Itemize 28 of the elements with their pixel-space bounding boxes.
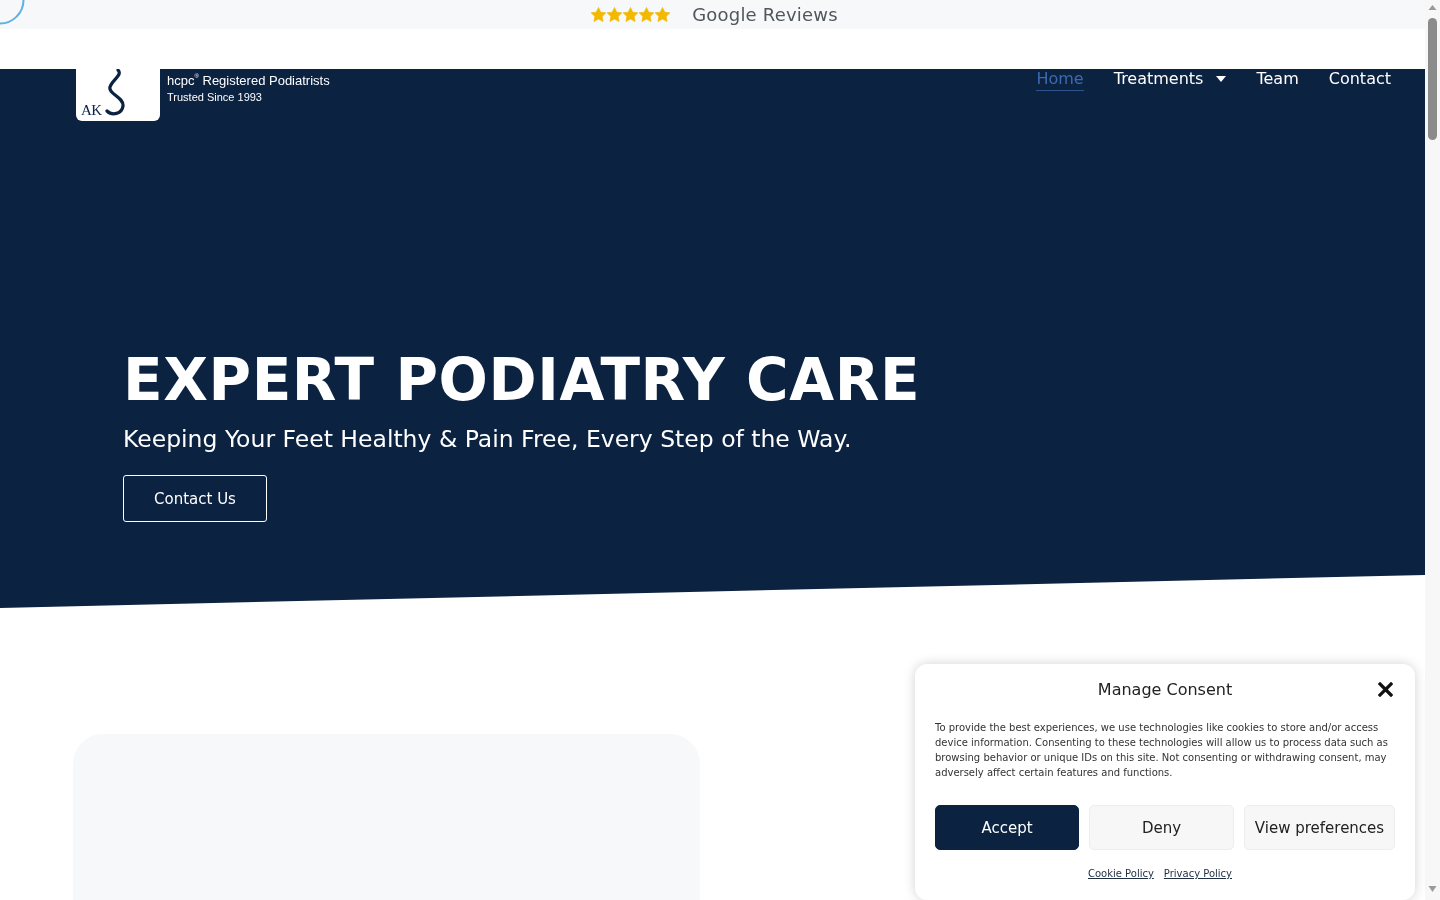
nav-link[interactable]: Treatments <box>1113 69 1227 91</box>
logo-tile[interactable]: AK <box>76 69 160 121</box>
star-icon <box>623 7 639 22</box>
logo-subtitle: Trusted Since 1993 <box>167 90 263 104</box>
accept-button[interactable]: Accept <box>935 805 1079 850</box>
logo-curve-icon <box>102 69 127 117</box>
consent-option-button[interactable]: Deny <box>1089 805 1234 850</box>
policy-link[interactable]: Privacy Policy <box>1163 867 1232 880</box>
nav-link[interactable]: Contact <box>1328 69 1391 91</box>
nav-link[interactable]: Team <box>1256 69 1299 91</box>
caret-icon <box>1216 75 1227 82</box>
hero-subtitle: Keeping Your Feet Healthy & Pain Free, Every Step of the Way. <box>123 424 852 454</box>
star-icon <box>591 7 607 22</box>
star-icon <box>655 7 671 22</box>
logo-initials: AK <box>81 102 102 118</box>
contact-us-button[interactable]: Contact Us <box>123 475 267 522</box>
close-icon[interactable] <box>1378 682 1393 697</box>
hero-title: EXPERT PODIATRY CARE <box>123 345 921 415</box>
dialog-title: Manage Consent <box>1097 680 1233 699</box>
policy-link[interactable]: Cookie Policy <box>1087 867 1154 880</box>
consent-option-button[interactable]: View preferences <box>1244 805 1395 850</box>
star-icon <box>639 7 655 22</box>
star-icon <box>607 7 623 22</box>
reviews-label: Google Reviews <box>692 3 838 26</box>
logo-tagline: hcpc$^{®}$ Registered Podiatrists <box>167 73 330 89</box>
ring-icon[interactable] <box>0 0 25 25</box>
consent-text: To provide the best experiences, we use technologies like cookies to store and/or access device information. Consenting to these technologies will allow us to process data such as browsing behavior or unique IDs on this site. Not consenting or withdrawing consent, may adversely affect certain features and functions. <box>935 721 1389 780</box>
scrollbar[interactable] <box>1425 0 1440 900</box>
